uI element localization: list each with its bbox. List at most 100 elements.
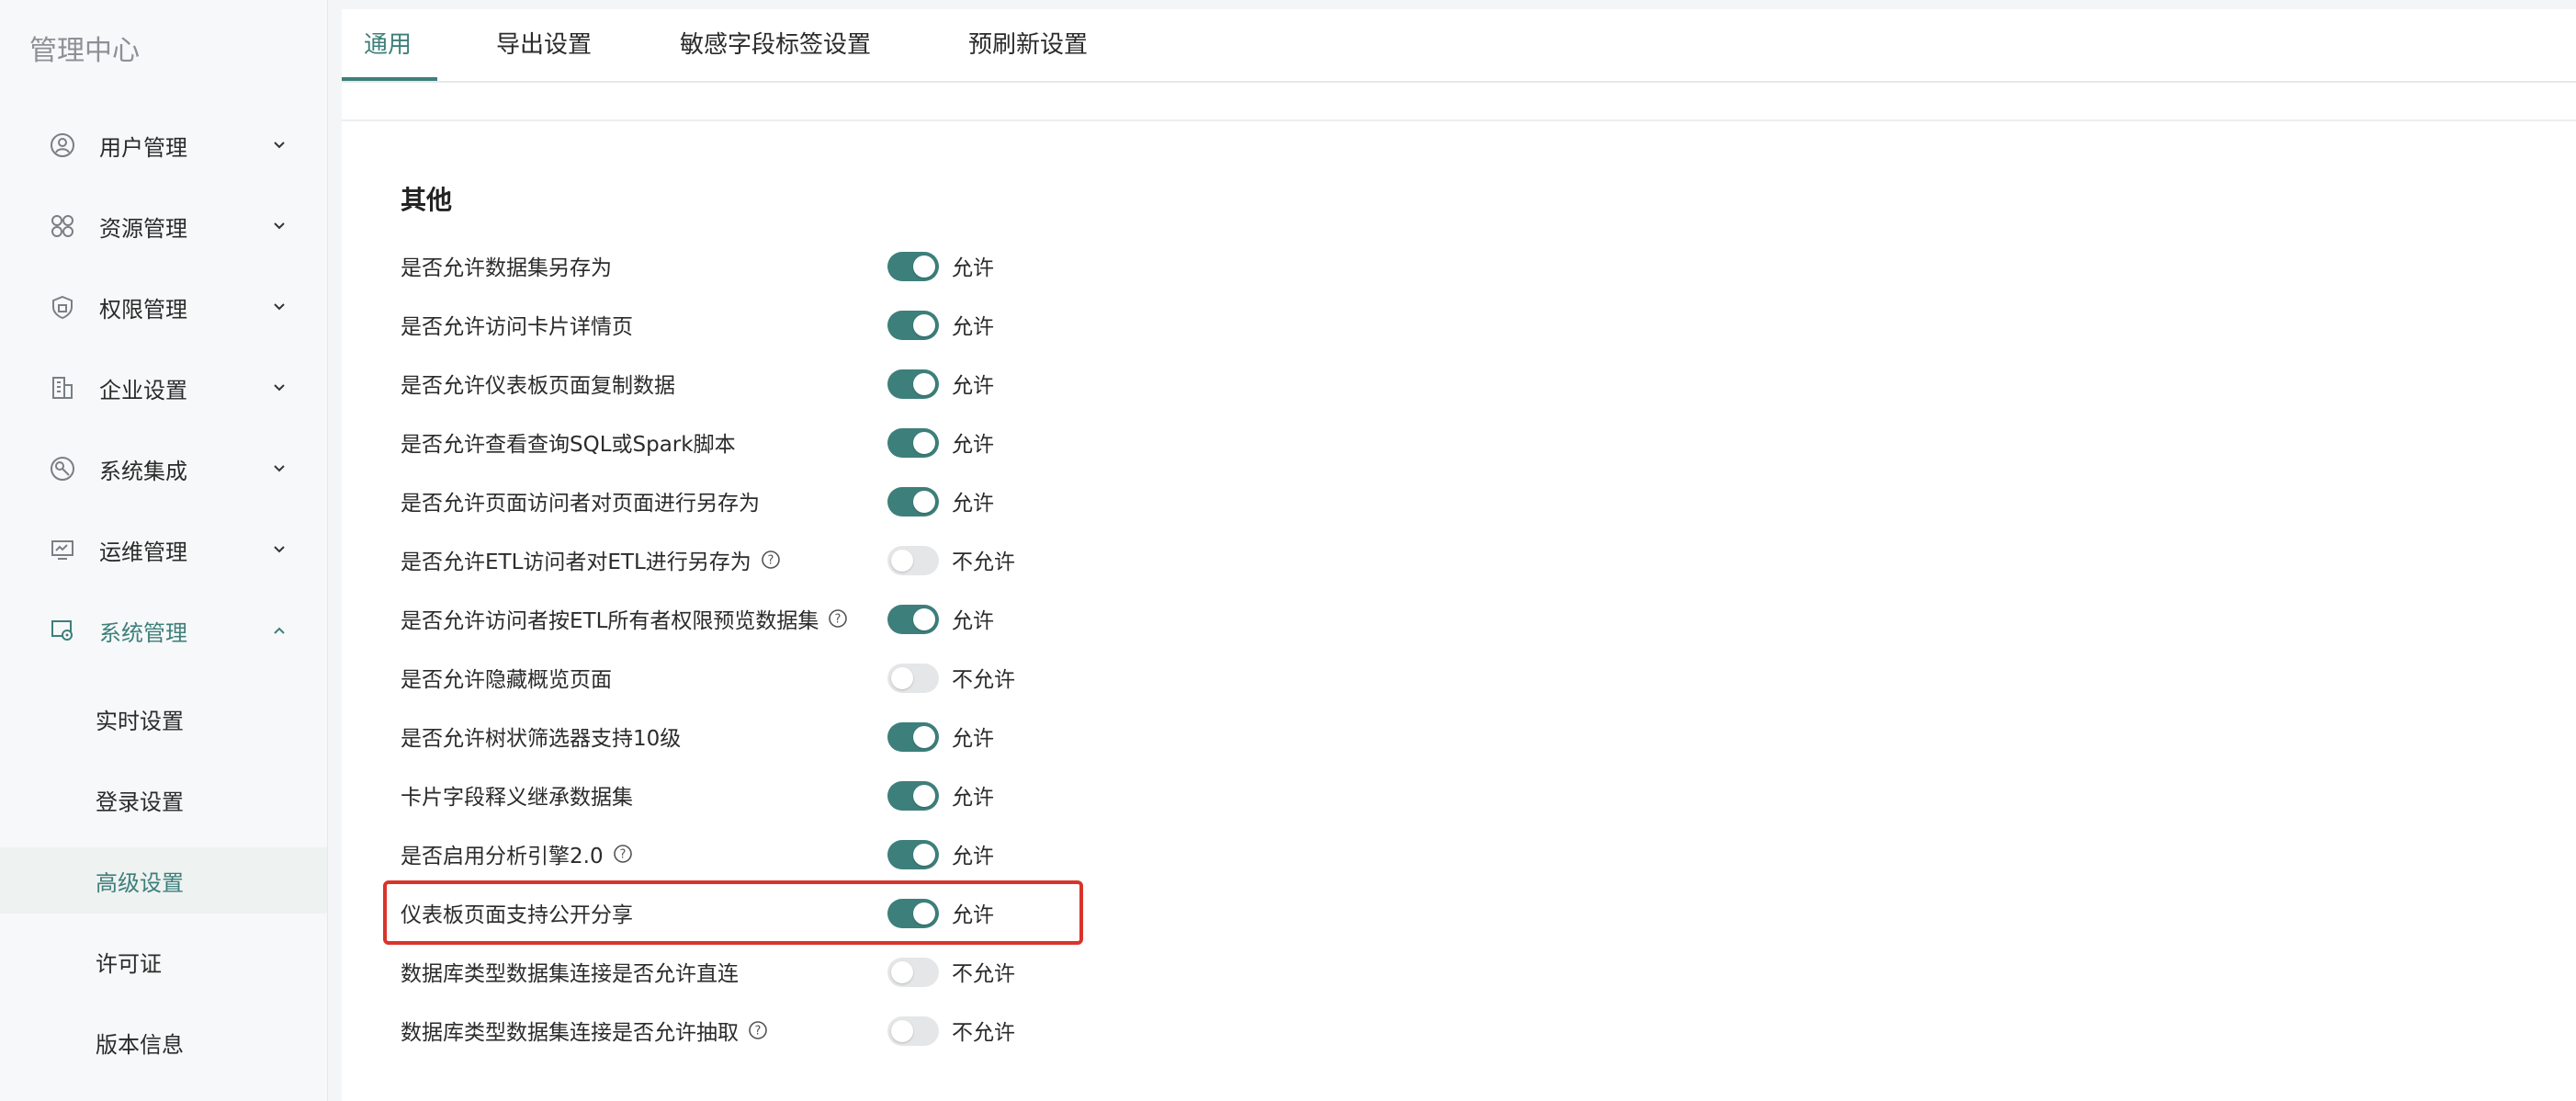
setting-state: 允许 [952,492,994,516]
setting-label-text: 是否允许数据集另存为 [401,256,612,280]
setting-label: 是否允许数据集另存为 [401,250,612,281]
tab-export-settings[interactable]: 导出设置 [496,26,592,60]
setting-label-text: 是否允许ETL访问者对ETL进行另存为 [401,550,751,574]
setting-label: 是否允许访问卡片详情页 [401,309,633,340]
setting-toggle[interactable] [887,781,939,811]
chevron-down-icon [274,142,285,149]
setting-row: 是否允许访问者按ETL所有者权限预览数据集? 允许 [401,599,1227,636]
setting-label-text: 数据库类型数据集连接是否允许抽取 [401,1021,739,1045]
setting-toggle[interactable] [887,605,939,634]
toggle-knob [913,491,935,513]
nav-system-management[interactable]: 系统管理 [0,597,327,664]
setting-toggle[interactable] [887,252,939,281]
setting-state: 允许 [952,786,994,810]
monitor-icon [51,540,73,560]
toggle-knob [913,608,935,630]
setting-toggle[interactable] [887,428,939,458]
nav-resource-management[interactable]: 资源管理 [0,193,327,259]
setting-label-text: 是否启用分析引擎2.0 [401,845,604,868]
help-icon[interactable]: ? [613,844,633,864]
svg-text:?: ? [835,613,842,627]
setting-toggle[interactable] [887,722,939,752]
toggle-knob [891,1020,913,1042]
toggle-knob [891,961,913,983]
subnav-login-settings-label: 登录设置 [96,789,184,815]
svg-text:?: ? [619,848,626,862]
setting-toggle[interactable] [887,958,939,987]
setting-state: 允许 [952,315,994,339]
setting-label-text: 是否允许树状筛选器支持10级 [401,727,682,751]
toggle-knob [891,550,913,572]
setting-row: 是否允许数据集另存为 允许 [401,246,1227,283]
setting-label-text: 数据库类型数据集连接是否允许直连 [401,962,739,986]
setting-label: 是否允许访问者按ETL所有者权限预览数据集? [401,603,848,634]
toggle-knob [913,255,935,278]
help-icon[interactable]: ? [828,608,848,629]
settings-icon [51,620,73,641]
chevron-down-icon [274,546,285,553]
toggle-knob [891,667,913,689]
nav-resource-management-label: 资源管理 [99,215,187,242]
setting-row: 数据库类型数据集连接是否允许直连 不允许 [401,952,1227,989]
setting-label-text: 是否允许仪表板页面复制数据 [401,374,675,398]
setting-state: 允许 [952,727,994,751]
tab-general[interactable]: 通用 [364,26,412,60]
setting-label: 卡片字段释义继承数据集 [401,779,633,811]
subnav-realtime-settings[interactable]: 实时设置 [0,686,327,752]
setting-label-text: 是否允许隐藏概览页面 [401,668,612,692]
setting-row: 是否允许树状筛选器支持10级 允许 [401,717,1227,754]
subnav-login-settings[interactable]: 登录设置 [0,766,327,833]
setting-label: 数据库类型数据集连接是否允许直连 [401,956,739,987]
chevron-down-icon [274,222,285,230]
setting-label-text: 是否允许访问卡片详情页 [401,315,633,339]
setting-row: 卡片字段释义继承数据集 允许 [401,776,1227,812]
subnav-version-info[interactable]: 版本信息 [0,1009,327,1075]
nav-ops-management[interactable]: 运维管理 [0,516,327,583]
setting-toggle[interactable] [887,546,939,575]
setting-row: 是否允许ETL访问者对ETL进行另存为? 不允许 [401,540,1227,577]
nav-user-management-label: 用户管理 [99,134,187,161]
toggle-knob [913,314,935,336]
setting-state: 不允许 [952,550,1015,574]
help-icon[interactable]: ? [761,550,781,570]
chevron-down-icon [274,303,285,311]
setting-row: 是否允许页面访问者对页面进行另存为 允许 [401,482,1227,518]
nav-ops-management-label: 运维管理 [99,539,187,565]
setting-state: 允许 [952,609,994,633]
nav-permission-management-label: 权限管理 [99,296,187,323]
subnav-license-label: 许可证 [96,950,162,977]
nav-enterprise-settings[interactable]: 企业设置 [0,355,327,421]
tab-bar: 通用 导出设置 敏感字段标签设置 预刷新设置 [342,9,2576,83]
setting-toggle[interactable] [887,487,939,516]
setting-label: 是否启用分析引擎2.0? [401,838,633,869]
setting-toggle[interactable] [887,369,939,399]
setting-label: 是否允许树状筛选器支持10级 [401,721,681,752]
setting-label-text: 是否允许访问者按ETL所有者权限预览数据集 [401,609,819,633]
setting-state: 不允许 [952,668,1015,692]
nav-system-integration[interactable]: 系统集成 [0,436,327,502]
tab-pre-refresh-settings[interactable]: 预刷新设置 [968,26,1088,60]
nav-permission-management[interactable]: 权限管理 [0,274,327,340]
setting-label: 是否允许隐藏概览页面 [401,662,612,693]
sidebar: 管理中心 用户管理 资源管理 权限管理 企业设置 系统集成 运维管理 系统管理 … [0,0,328,1101]
setting-state: 允许 [952,374,994,398]
setting-row: 是否允许访问卡片详情页 允许 [401,305,1227,342]
setting-toggle[interactable] [887,311,939,340]
setting-toggle[interactable] [887,1016,939,1046]
nav-enterprise-settings-label: 企业设置 [99,377,187,403]
subnav-license[interactable]: 许可证 [0,928,327,994]
setting-toggle[interactable] [887,840,939,869]
setting-label-text: 卡片字段释义继承数据集 [401,786,633,810]
setting-row: 数据库类型数据集连接是否允许抽取? 不允许 [401,1011,1227,1048]
setting-toggle[interactable] [887,664,939,693]
help-icon[interactable]: ? [748,1020,768,1040]
nav-user-management[interactable]: 用户管理 [0,112,327,178]
building-icon [52,377,73,399]
subnav-advanced-settings[interactable]: 高级设置 [0,847,327,914]
svg-text:?: ? [767,554,774,568]
tab-sensitive-field-tags[interactable]: 敏感字段标签设置 [680,26,871,60]
toggle-knob [913,726,935,748]
setting-label-text: 是否允许页面访问者对页面进行另存为 [401,492,760,516]
chevron-down-icon [274,384,285,392]
toggle-knob [913,432,935,454]
